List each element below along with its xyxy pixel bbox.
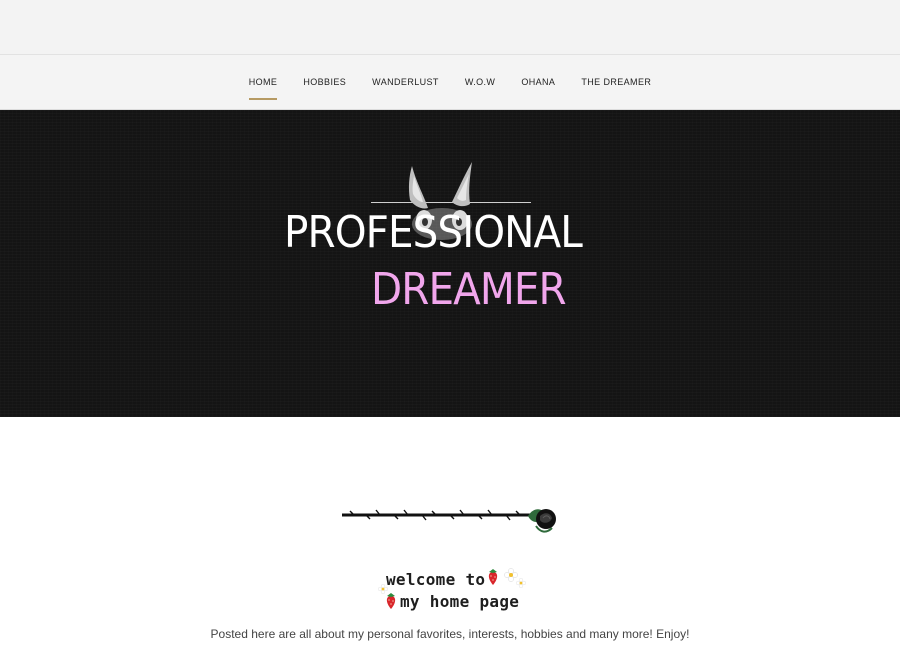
welcome-line1: welcome to [386,570,486,589]
hero-title-line2: DREAMER [371,264,567,315]
hero-title-line1: PROFESSIONAL [284,207,583,258]
nav-item-wow[interactable]: W.O.W [452,55,509,110]
black-rose-icon [342,509,556,533]
nav-item-the-dreamer[interactable]: THE DREAMER [568,55,664,110]
welcome-line2: my home page [400,592,520,611]
daisy-small-icon [516,578,526,588]
nav-item-ohana[interactable]: OHANA [508,55,568,110]
welcome-graphic: welcome to my home page [378,568,533,614]
main-navigation: HOME HOBBIES WANDERLUST W.O.W OHANA THE … [0,55,900,110]
nav-item-hobbies[interactable]: HOBBIES [290,55,359,110]
hero-banner: PROFESSIONAL DREAMER [0,110,900,417]
nav-item-home[interactable]: HOME [236,55,291,110]
intro-text: Posted here are all about my personal fa… [210,627,690,641]
top-header-strip [0,0,900,55]
strawberry-icon [488,569,498,585]
nav-item-wanderlust[interactable]: WANDERLUST [359,55,452,110]
strawberry-left-icon [386,593,396,609]
